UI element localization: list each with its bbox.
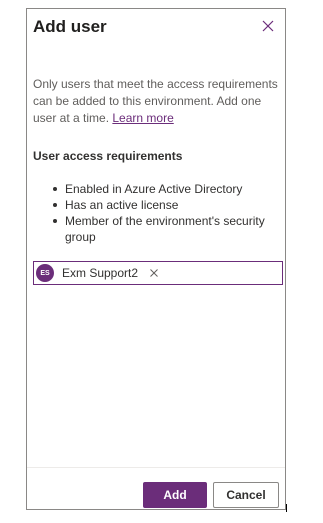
close-icon xyxy=(150,269,158,277)
requirement-item: Has an active license xyxy=(33,197,283,213)
add-button[interactable]: Add xyxy=(143,482,207,508)
remove-user-button[interactable] xyxy=(148,267,160,279)
close-button[interactable] xyxy=(259,17,277,35)
add-user-panel: Add user Only users that meet the access… xyxy=(26,8,286,510)
requirement-item: Member of the environment's security gro… xyxy=(33,213,283,245)
selected-user-persona[interactable]: ES Exm Support2 xyxy=(36,264,160,282)
text-cursor xyxy=(286,504,287,512)
selected-user-name: Exm Support2 xyxy=(62,266,139,280)
description: Only users that meet the access requirem… xyxy=(33,76,285,127)
footer-divider xyxy=(27,467,285,468)
close-icon xyxy=(262,20,274,32)
user-picker-input[interactable]: ES Exm Support2 xyxy=(33,261,283,285)
requirements-list: Enabled in Azure Active Directory Has an… xyxy=(33,181,283,245)
panel-title: Add user xyxy=(33,17,107,36)
requirement-item: Enabled in Azure Active Directory xyxy=(33,181,283,197)
avatar: ES xyxy=(36,264,54,282)
panel-header: Add user xyxy=(33,15,279,41)
learn-more-link[interactable]: Learn more xyxy=(112,111,173,125)
cancel-button[interactable]: Cancel xyxy=(213,482,279,508)
requirements-heading: User access requirements xyxy=(33,149,183,163)
